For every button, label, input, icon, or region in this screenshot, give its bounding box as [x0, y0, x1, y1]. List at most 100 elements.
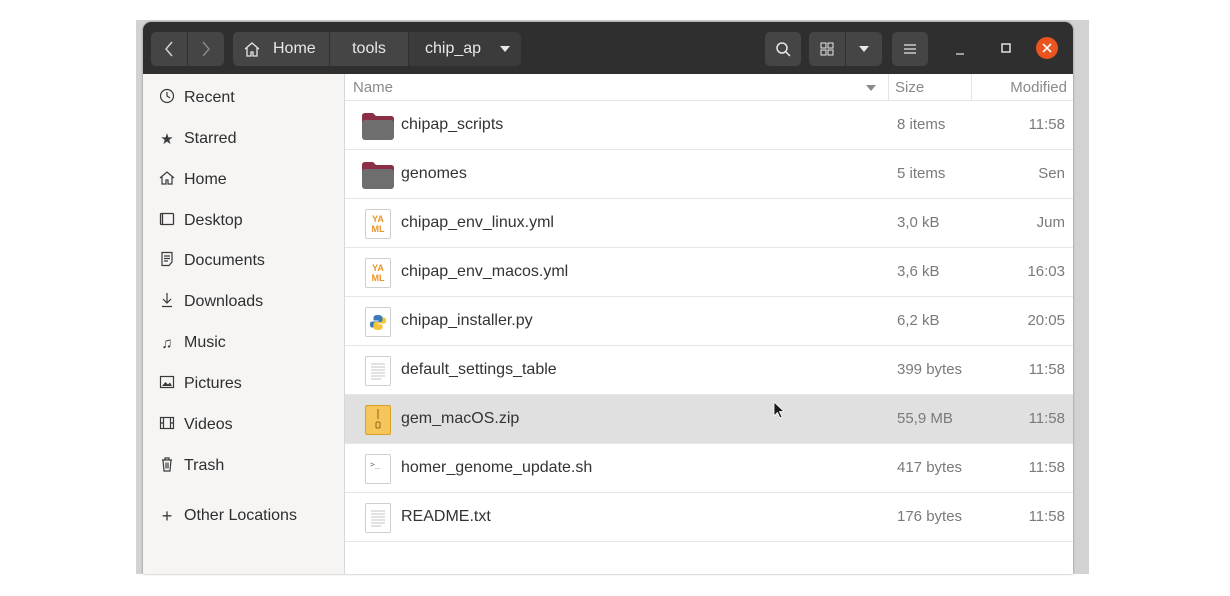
chevron-down-icon	[859, 46, 869, 52]
desktop-icon	[158, 211, 176, 231]
sidebar-item-pictures[interactable]: Pictures	[143, 364, 345, 404]
file-name: README.txt	[401, 508, 491, 525]
sidebar-item-label: Music	[184, 334, 226, 351]
file-row-selected[interactable]: gem_macOS.zip 55,9 MB 11:58	[345, 395, 1073, 444]
view-options-button[interactable]	[846, 32, 882, 66]
sidebar-item-label: Downloads	[184, 293, 264, 310]
sidebar-item-home[interactable]: Home	[143, 160, 345, 200]
path-home-label: Home	[273, 40, 316, 57]
file-modified: 16:03	[1027, 263, 1065, 280]
path-tools-label: tools	[352, 40, 386, 57]
header-bar: Home tools chip_ap	[143, 22, 1073, 74]
file-row[interactable]: chipap_scripts 8 items 11:58	[345, 101, 1073, 150]
chevron-right-icon	[202, 41, 210, 57]
file-modified: Jum	[1036, 214, 1065, 231]
file-row[interactable]: chipap_installer.py 6,2 kB 20:05	[345, 297, 1073, 346]
chevron-down-icon	[500, 46, 511, 52]
file-row[interactable]: YA ML chipap_env_macos.yml 3,6 kB 16:03	[345, 248, 1073, 297]
search-icon	[776, 42, 791, 57]
sidebar-item-trash[interactable]: Trash	[143, 446, 345, 486]
minimize-button[interactable]	[948, 38, 972, 62]
file-name: homer_genome_update.sh	[401, 459, 593, 476]
sidebar-item-label: Desktop	[184, 212, 243, 229]
sidebar-item-label: Other Locations	[184, 507, 297, 524]
main-menu-button[interactable]	[892, 32, 928, 66]
file-modified: 20:05	[1027, 312, 1065, 329]
file-name: chipap_installer.py	[401, 312, 533, 329]
forward-button[interactable]	[188, 32, 224, 66]
text-file-icon	[365, 503, 391, 533]
picture-icon	[158, 374, 176, 394]
sidebar-item-label: Recent	[184, 89, 235, 106]
path-tools-button[interactable]: tools	[330, 32, 408, 66]
file-size: 5 items	[897, 165, 946, 182]
file-row[interactable]: genomes 5 items Sen	[345, 150, 1073, 199]
maximize-button[interactable]	[994, 36, 1018, 60]
file-size: 8 items	[897, 116, 946, 133]
music-icon: ♫	[161, 334, 173, 352]
sidebar-item-videos[interactable]: Videos	[143, 405, 345, 445]
file-modified: 11:58	[1028, 459, 1065, 476]
file-name: chipap_env_linux.yml	[401, 214, 554, 231]
hamburger-icon	[904, 44, 916, 54]
sidebar-item-label: Trash	[184, 457, 225, 474]
file-row[interactable]: README.txt 176 bytes 11:58	[345, 493, 1073, 542]
file-modified: Sen	[1038, 165, 1065, 182]
video-icon	[158, 415, 176, 435]
file-size: 3,6 kB	[897, 263, 940, 280]
close-icon	[1042, 43, 1052, 53]
sidebar-item-label: Home	[184, 171, 227, 188]
clock-icon	[158, 88, 176, 108]
back-button[interactable]	[151, 32, 187, 66]
close-button[interactable]	[1036, 37, 1058, 59]
maximize-icon	[1001, 43, 1011, 53]
minimize-icon	[956, 53, 964, 55]
sidebar-item-starred[interactable]: ★ Starred	[143, 119, 345, 159]
file-row[interactable]: default_settings_table 399 bytes 11:58	[345, 346, 1073, 395]
file-size: 6,2 kB	[897, 312, 940, 329]
file-size: 55,9 MB	[897, 410, 953, 427]
view-mode-button[interactable]	[809, 32, 845, 66]
path-chip-ap-button[interactable]: chip_ap	[409, 32, 521, 66]
column-name-header[interactable]: Name	[353, 79, 393, 96]
sidebar-item-desktop[interactable]: Desktop	[143, 201, 345, 241]
sidebar-item-downloads[interactable]: Downloads	[143, 282, 345, 322]
zip-file-icon	[365, 405, 391, 435]
column-size-header[interactable]: Size	[895, 79, 924, 96]
path-chip-ap-label: chip_ap	[425, 40, 482, 57]
path-home-button[interactable]: Home	[233, 32, 329, 66]
search-button[interactable]	[765, 32, 801, 66]
chevron-left-icon	[165, 41, 173, 57]
file-modified: 11:58	[1028, 508, 1065, 525]
plus-icon: +	[161, 505, 173, 526]
file-size: 399 bytes	[897, 361, 963, 378]
mouse-cursor-icon	[773, 401, 785, 419]
column-divider	[888, 74, 889, 100]
file-row[interactable]: YA ML chipap_env_linux.yml 3,0 kB Jum	[345, 199, 1073, 248]
file-row[interactable]: >_ homer_genome_update.sh 417 bytes 11:5…	[345, 444, 1073, 493]
sidebar-item-documents[interactable]: Documents	[143, 241, 345, 281]
sidebar-item-label: Documents	[184, 252, 265, 269]
sidebar-item-recent[interactable]: Recent	[143, 78, 345, 118]
sort-descending-icon[interactable]	[865, 84, 877, 92]
sidebar-item-label: Videos	[184, 416, 233, 433]
file-modified: 11:58	[1028, 361, 1065, 378]
sidebar-item-music[interactable]: ♫ Music	[143, 323, 345, 363]
star-icon: ★	[160, 131, 174, 148]
grid-view-icon	[820, 42, 834, 56]
text-file-icon	[365, 356, 391, 386]
column-divider	[971, 74, 972, 100]
file-modified: 11:58	[1028, 410, 1065, 427]
folder-icon	[362, 113, 394, 140]
download-icon	[158, 292, 176, 312]
yaml-file-icon: YA ML	[365, 258, 391, 288]
folder-icon	[362, 162, 394, 189]
trash-icon	[158, 456, 176, 476]
sidebar: Recent ★ Starred Home Desktop Documents	[143, 74, 345, 574]
file-size: 176 bytes	[897, 508, 963, 525]
file-name: default_settings_table	[401, 361, 557, 378]
file-name: chipap_scripts	[401, 116, 504, 133]
home-icon	[244, 42, 260, 57]
sidebar-item-other-locations[interactable]: + Other Locations	[143, 496, 345, 536]
column-modified-header[interactable]: Modified	[1010, 79, 1067, 96]
